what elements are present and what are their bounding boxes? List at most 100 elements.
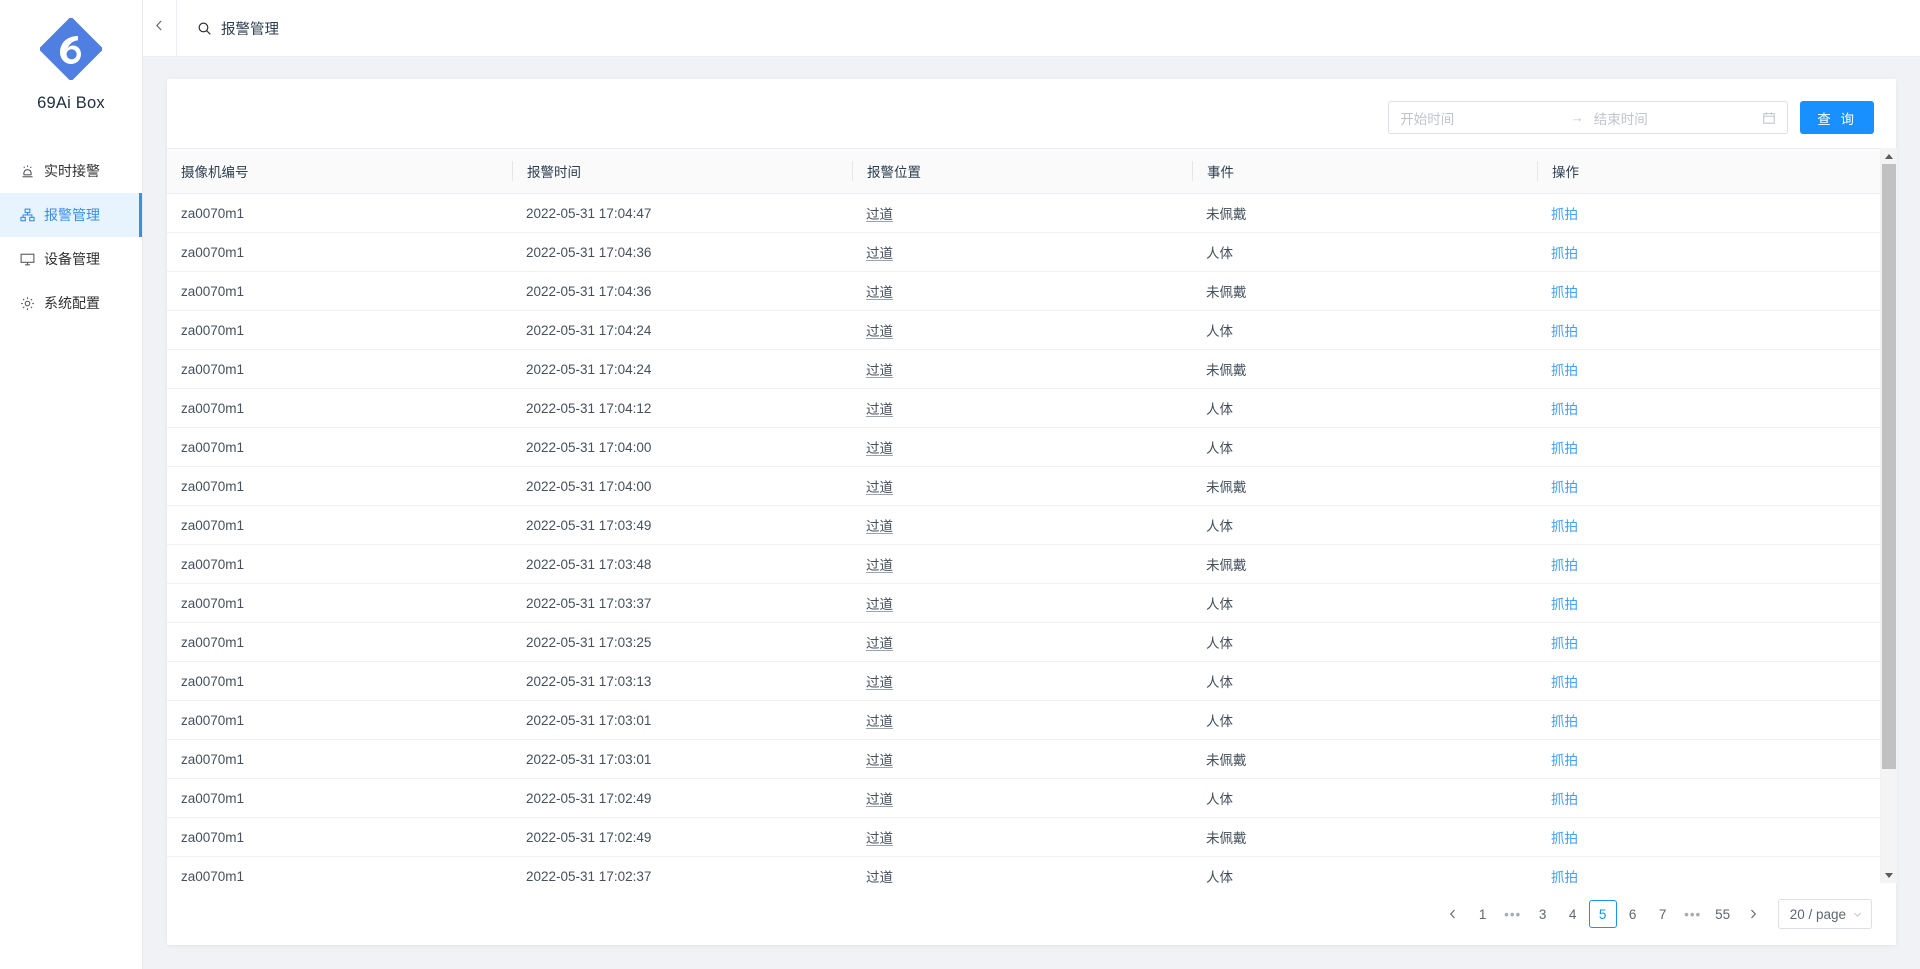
- table-row[interactable]: za0070m12022-05-31 17:03:01过道未佩戴抓拍: [167, 740, 1880, 779]
- cell-action-capture[interactable]: 抓拍: [1537, 779, 1880, 818]
- cell-alarm-location-text[interactable]: 过道: [866, 636, 893, 651]
- pagination-page-1[interactable]: 1: [1469, 900, 1497, 928]
- table-row[interactable]: za0070m12022-05-31 17:04:47过道未佩戴抓拍: [167, 194, 1880, 233]
- cell-action-capture-text[interactable]: 抓拍: [1551, 246, 1578, 261]
- cell-alarm-location[interactable]: 过道: [852, 233, 1192, 272]
- sidebar-item-system-config[interactable]: 系统配置: [0, 281, 142, 325]
- sidebar-item-device-management[interactable]: 设备管理: [0, 237, 142, 281]
- cell-action-capture-text[interactable]: 抓拍: [1551, 753, 1578, 768]
- column-header-location[interactable]: 报警位置: [852, 149, 1192, 194]
- cell-action-capture[interactable]: 抓拍: [1537, 818, 1880, 857]
- start-time-input[interactable]: 开始时间: [1400, 108, 1561, 128]
- cell-alarm-location-text[interactable]: 过道: [866, 519, 893, 534]
- cell-alarm-location-text[interactable]: 过道: [866, 753, 893, 768]
- table-row[interactable]: za0070m12022-05-31 17:03:01过道人体抓拍: [167, 701, 1880, 740]
- cell-alarm-location-text[interactable]: 过道: [866, 363, 893, 378]
- cell-action-capture-text[interactable]: 抓拍: [1551, 207, 1578, 222]
- table-row[interactable]: za0070m12022-05-31 17:02:49过道人体抓拍: [167, 779, 1880, 818]
- cell-alarm-location-text[interactable]: 过道: [866, 246, 893, 261]
- cell-action-capture[interactable]: 抓拍: [1537, 350, 1880, 389]
- cell-action-capture-text[interactable]: 抓拍: [1551, 597, 1578, 612]
- cell-alarm-location[interactable]: 过道: [852, 311, 1192, 350]
- cell-action-capture-text[interactable]: 抓拍: [1551, 558, 1578, 573]
- table-row[interactable]: za0070m12022-05-31 17:03:37过道人体抓拍: [167, 584, 1880, 623]
- cell-action-capture-text[interactable]: 抓拍: [1551, 363, 1578, 378]
- sidebar-item-alarm-management[interactable]: 报警管理: [0, 193, 142, 237]
- table-row[interactable]: za0070m12022-05-31 17:04:24过道人体抓拍: [167, 311, 1880, 350]
- cell-action-capture-text[interactable]: 抓拍: [1551, 480, 1578, 495]
- cell-action-capture-text[interactable]: 抓拍: [1551, 675, 1578, 690]
- cell-alarm-location-text[interactable]: 过道: [866, 597, 893, 612]
- cell-action-capture-text[interactable]: 抓拍: [1551, 870, 1578, 883]
- table-row[interactable]: za0070m12022-05-31 17:04:24过道未佩戴抓拍: [167, 350, 1880, 389]
- cell-alarm-location[interactable]: 过道: [852, 857, 1192, 884]
- cell-action-capture[interactable]: 抓拍: [1537, 272, 1880, 311]
- pagination-page-5[interactable]: 5: [1589, 900, 1617, 928]
- column-header-action[interactable]: 操作: [1537, 149, 1880, 194]
- cell-action-capture-text[interactable]: 抓拍: [1551, 714, 1578, 729]
- cell-alarm-location[interactable]: 过道: [852, 662, 1192, 701]
- cell-alarm-location[interactable]: 过道: [852, 545, 1192, 584]
- cell-alarm-location-text[interactable]: 过道: [866, 324, 893, 339]
- cell-action-capture[interactable]: 抓拍: [1537, 506, 1880, 545]
- cell-alarm-location[interactable]: 过道: [852, 740, 1192, 779]
- cell-action-capture[interactable]: 抓拍: [1537, 701, 1880, 740]
- cell-action-capture[interactable]: 抓拍: [1537, 311, 1880, 350]
- page-size-select[interactable]: 20 / page: [1778, 899, 1872, 929]
- cell-action-capture-text[interactable]: 抓拍: [1551, 831, 1578, 846]
- cell-alarm-location[interactable]: 过道: [852, 818, 1192, 857]
- table-row[interactable]: za0070m12022-05-31 17:03:13过道人体抓拍: [167, 662, 1880, 701]
- cell-alarm-location[interactable]: 过道: [852, 467, 1192, 506]
- pagination-page-4[interactable]: 4: [1559, 900, 1587, 928]
- cell-alarm-location[interactable]: 过道: [852, 272, 1192, 311]
- pagination-page-3[interactable]: 3: [1529, 900, 1557, 928]
- cell-action-capture-text[interactable]: 抓拍: [1551, 324, 1578, 339]
- cell-action-capture-text[interactable]: 抓拍: [1551, 402, 1578, 417]
- scroll-down-arrow-icon[interactable]: [1881, 867, 1897, 883]
- cell-alarm-location[interactable]: 过道: [852, 701, 1192, 740]
- column-header-time[interactable]: 报警时间: [512, 149, 852, 194]
- cell-action-capture[interactable]: 抓拍: [1537, 233, 1880, 272]
- sidebar-collapse-button[interactable]: [143, 0, 177, 56]
- cell-alarm-location[interactable]: 过道: [852, 584, 1192, 623]
- cell-action-capture[interactable]: 抓拍: [1537, 467, 1880, 506]
- cell-alarm-location[interactable]: 过道: [852, 350, 1192, 389]
- cell-action-capture-text[interactable]: 抓拍: [1551, 441, 1578, 456]
- cell-alarm-location[interactable]: 过道: [852, 194, 1192, 233]
- cell-action-capture-text[interactable]: 抓拍: [1551, 519, 1578, 534]
- cell-alarm-location-text[interactable]: 过道: [866, 792, 893, 807]
- cell-alarm-location[interactable]: 过道: [852, 389, 1192, 428]
- column-header-event[interactable]: 事件: [1192, 149, 1537, 194]
- pagination-page-7[interactable]: 7: [1649, 900, 1677, 928]
- table-row[interactable]: za0070m12022-05-31 17:03:25过道人体抓拍: [167, 623, 1880, 662]
- scrollbar-track[interactable]: [1881, 164, 1897, 867]
- cell-action-capture[interactable]: 抓拍: [1537, 545, 1880, 584]
- table-row[interactable]: za0070m12022-05-31 17:04:00过道未佩戴抓拍: [167, 467, 1880, 506]
- date-range-picker[interactable]: 开始时间 → 结束时间: [1388, 101, 1788, 134]
- cell-alarm-location[interactable]: 过道: [852, 623, 1192, 662]
- pagination-page-55[interactable]: 55: [1709, 900, 1737, 928]
- cell-alarm-location[interactable]: 过道: [852, 779, 1192, 818]
- cell-alarm-location-text[interactable]: 过道: [866, 285, 893, 300]
- cell-action-capture[interactable]: 抓拍: [1537, 194, 1880, 233]
- cell-action-capture[interactable]: 抓拍: [1537, 389, 1880, 428]
- cell-action-capture-text[interactable]: 抓拍: [1551, 636, 1578, 651]
- cell-alarm-location-text[interactable]: 过道: [866, 402, 893, 417]
- pagination-page-6[interactable]: 6: [1619, 900, 1647, 928]
- cell-alarm-location-text[interactable]: 过道: [866, 675, 893, 690]
- table-row[interactable]: za0070m12022-05-31 17:04:12过道人体抓拍: [167, 389, 1880, 428]
- cell-alarm-location-text[interactable]: 过道: [866, 480, 893, 495]
- pagination-prev-button[interactable]: [1439, 900, 1467, 928]
- cell-alarm-location-text[interactable]: 过道: [866, 558, 893, 573]
- table-row[interactable]: za0070m12022-05-31 17:03:48过道未佩戴抓拍: [167, 545, 1880, 584]
- cell-action-capture[interactable]: 抓拍: [1537, 428, 1880, 467]
- table-row[interactable]: za0070m12022-05-31 17:04:36过道人体抓拍: [167, 233, 1880, 272]
- cell-action-capture[interactable]: 抓拍: [1537, 740, 1880, 779]
- sidebar-item-realtime-alarm[interactable]: 实时接警: [0, 149, 142, 193]
- cell-alarm-location-text[interactable]: 过道: [866, 207, 893, 222]
- cell-alarm-location-text[interactable]: 过道: [866, 870, 893, 883]
- table-row[interactable]: za0070m12022-05-31 17:04:00过道人体抓拍: [167, 428, 1880, 467]
- pagination-next-button[interactable]: [1739, 900, 1767, 928]
- query-button[interactable]: 查 询: [1800, 101, 1874, 134]
- cell-action-capture[interactable]: 抓拍: [1537, 623, 1880, 662]
